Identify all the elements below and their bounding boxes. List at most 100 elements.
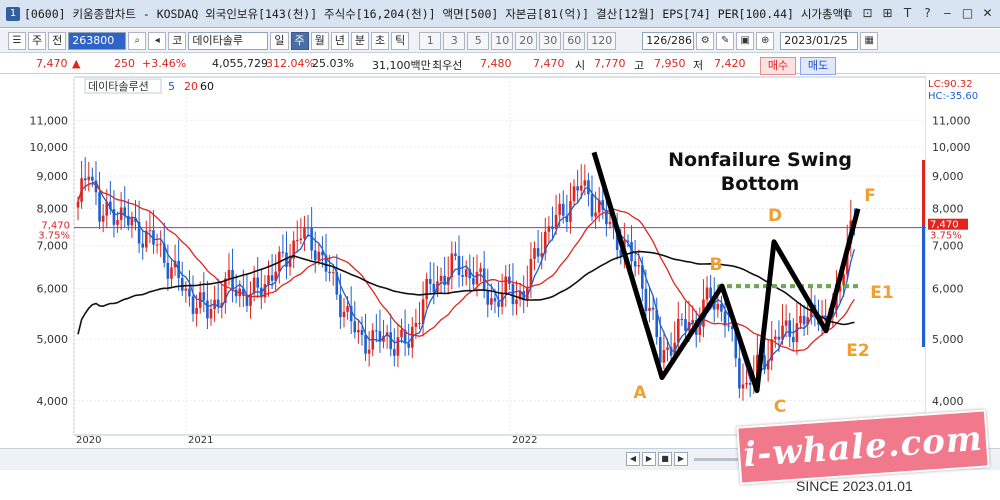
- zoom-icon[interactable]: ⊕: [756, 31, 775, 50]
- candle-body: [364, 334, 367, 354]
- candle-body: [795, 323, 799, 343]
- x-tick-label: 2022: [512, 435, 537, 445]
- interval-10[interactable]: 10: [491, 31, 514, 50]
- y-tick-label-right: 6,000: [932, 282, 964, 295]
- interval-5[interactable]: 5: [467, 31, 490, 50]
- period-minute[interactable]: 분: [350, 31, 369, 50]
- candle-body: [396, 337, 400, 356]
- candle-body: [299, 238, 303, 240]
- high-label: 고: [634, 59, 645, 72]
- grid-icon[interactable]: ⊞: [879, 5, 896, 22]
- play-button[interactable]: ▶: [674, 452, 688, 466]
- candle-body: [400, 329, 403, 338]
- candle-body: [360, 329, 364, 335]
- annotation-title-line: Bottom: [721, 173, 800, 195]
- candle-body: [148, 230, 152, 232]
- interval-3[interactable]: 3: [443, 31, 466, 50]
- x-tick-label: 2021: [188, 435, 213, 445]
- best-ask-label: 최우선: [432, 59, 463, 72]
- stop-button[interactable]: ■: [658, 452, 672, 466]
- swing-label-d: D: [768, 206, 782, 226]
- date-field[interactable]: 2023/01/25: [780, 31, 859, 50]
- market-selector[interactable]: 주: [28, 31, 47, 50]
- low-label: 저: [693, 59, 704, 72]
- swing-label-a: A: [633, 383, 647, 403]
- scope-selector[interactable]: 전: [48, 31, 67, 50]
- layout-icon[interactable]: ⊡: [859, 5, 876, 22]
- close-icon[interactable]: ✕: [979, 5, 996, 22]
- swing-label-e1: E1: [870, 283, 893, 303]
- interval-120[interactable]: 120: [587, 31, 617, 50]
- window-buttons: ⧉ ⊡ ⊞ T ? ‒ □ ✕: [839, 5, 996, 22]
- zoom-slider[interactable]: [694, 458, 738, 461]
- buy-button[interactable]: 매수: [760, 57, 796, 75]
- candle-body: [493, 298, 497, 302]
- candle-body: [267, 275, 270, 285]
- candle-body: [252, 277, 256, 294]
- left-axis: 4,0005,0006,0007,0008,0009,00010,00011,0…: [30, 114, 69, 407]
- sound-icon[interactable]: ◂: [148, 31, 167, 50]
- interval-1[interactable]: 1: [419, 31, 442, 50]
- scroll-right-button[interactable]: ▶: [642, 452, 656, 466]
- candle-body: [515, 299, 518, 305]
- low-price: 7,420: [714, 57, 746, 70]
- menu-icon[interactable]: ☰: [8, 31, 26, 50]
- period-second[interactable]: 초: [371, 31, 390, 50]
- period-tick[interactable]: 틱: [391, 31, 410, 50]
- candle-body: [130, 218, 134, 226]
- candle-body: [637, 265, 641, 267]
- candle-body: [475, 271, 479, 285]
- candle-body: [116, 219, 119, 225]
- candle-body: [454, 253, 457, 256]
- candle-body: [428, 278, 432, 284]
- settings-icon[interactable]: ⚙: [696, 31, 715, 50]
- bar-count-field[interactable]: 126/286: [642, 31, 695, 50]
- candle-body: [745, 382, 748, 385]
- candle-body: [662, 349, 666, 363]
- title-bar: 1 [0600] 키움종합차트 - KOSDAQ 외국인보유[143(천)] 주…: [0, 0, 1000, 28]
- candle-body: [101, 215, 105, 222]
- candle-body: [342, 311, 346, 318]
- pct-tag-right: 3.75%: [930, 231, 962, 242]
- save-icon[interactable]: ▣: [736, 31, 755, 50]
- minimize-icon[interactable]: ‒: [939, 5, 956, 22]
- hc-label: HC:-35.60: [928, 91, 978, 102]
- scroll-left-button[interactable]: ◀: [626, 452, 640, 466]
- price-chart[interactable]: 4,0005,0006,0007,0008,0009,00010,00011,0…: [0, 75, 1000, 446]
- candle-body: [698, 326, 702, 335]
- candle-body: [418, 322, 421, 324]
- candle-body: [558, 203, 561, 215]
- help-icon[interactable]: ?: [919, 5, 936, 22]
- y-tick-label-right: 10,000: [932, 141, 971, 154]
- interval-20[interactable]: 20: [515, 31, 538, 50]
- candle-body: [393, 349, 396, 356]
- period-year[interactable]: 년: [330, 31, 349, 50]
- candle-body: [141, 243, 145, 248]
- quote-bar: 7,470 ▲ 250 +3.46% 4,055,729 312.04% 25.…: [0, 54, 1000, 75]
- candle-body: [346, 306, 349, 312]
- stock-code-input[interactable]: 263800: [68, 31, 127, 50]
- candle-body: [407, 343, 410, 348]
- candle-body: [738, 358, 741, 389]
- restore-icon[interactable]: ⧉: [839, 5, 856, 22]
- calendar-icon[interactable]: ▦: [860, 31, 879, 50]
- maximize-icon[interactable]: □: [959, 5, 976, 22]
- candle-body: [414, 322, 418, 327]
- search-icon[interactable]: ⌕: [128, 31, 147, 50]
- period-week[interactable]: 주: [290, 31, 309, 50]
- draw-icon[interactable]: ✎: [716, 31, 735, 50]
- candle-body: [472, 278, 475, 285]
- period-day[interactable]: 일: [270, 31, 289, 50]
- y-tick-label-right: 9,000: [932, 170, 964, 183]
- sell-button[interactable]: 매도: [800, 57, 836, 75]
- interval-60[interactable]: 60: [563, 31, 586, 50]
- candle-body: [310, 227, 313, 251]
- period-month[interactable]: 월: [310, 31, 329, 50]
- text-icon[interactable]: T: [899, 5, 916, 22]
- candle-body: [98, 192, 101, 222]
- candle-body: [159, 243, 162, 245]
- turnover: 25.03%: [312, 57, 354, 70]
- interval-30[interactable]: 30: [539, 31, 562, 50]
- candle-body: [490, 298, 493, 305]
- stock-name-field[interactable]: 데이타솔루: [188, 31, 269, 50]
